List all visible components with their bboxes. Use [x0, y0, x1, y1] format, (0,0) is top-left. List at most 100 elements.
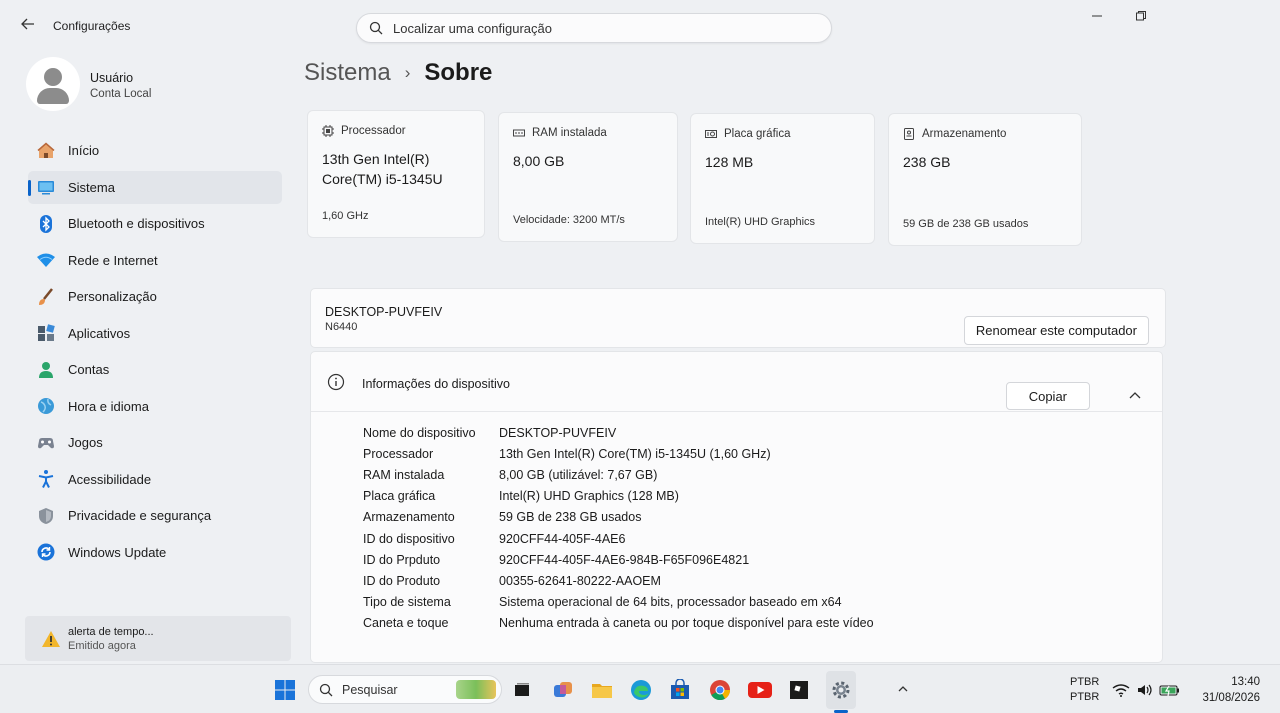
sidebar-item-inicio[interactable]: Início	[28, 134, 282, 167]
chrome-icon	[710, 680, 731, 701]
ram-label: RAM instalada	[532, 127, 607, 139]
collapse-button[interactable]	[1128, 388, 1146, 402]
app-title: Configurações	[53, 19, 131, 33]
storage-icon	[904, 128, 914, 140]
bluetooth-icon	[36, 214, 56, 234]
speaker-icon	[1138, 684, 1152, 696]
volume-status[interactable]	[1136, 682, 1154, 698]
info-value: Intel(R) UHD Graphics (128 MB)	[499, 489, 679, 504]
ram-value: 8,00 GB	[513, 153, 565, 169]
account-type: Conta Local	[90, 88, 152, 100]
info-key: Nome do dispositivo	[363, 425, 476, 440]
sidebar-item-rede[interactable]: Rede e Internet	[28, 244, 282, 277]
device-info-title: Informações do dispositivo	[362, 377, 510, 391]
wifi-status[interactable]	[1112, 682, 1130, 698]
sidebar-item-sistema[interactable]: Sistema	[28, 170, 282, 204]
update-icon	[36, 542, 56, 562]
restore-button[interactable]	[1131, 10, 1151, 26]
clock[interactable]: 13:40 31/08/2026	[1202, 674, 1260, 706]
taskbar-app-roblox[interactable]	[787, 678, 811, 702]
taskbar-app-copilot[interactable]	[551, 678, 575, 702]
breadcrumb: Sistema › Sobre	[304, 59, 492, 87]
youtube-icon	[748, 682, 772, 698]
sidebar-item-label: Início	[68, 143, 100, 158]
taskbar-app-settings[interactable]	[829, 678, 853, 702]
sidebar-item-privacidade[interactable]: Privacidade e segurança	[28, 499, 282, 532]
info-value: 00355-62641-80222-AAOEM	[499, 573, 661, 588]
search-icon	[319, 683, 333, 696]
info-row-storage: Armazenamento 59 GB de 238 GB usados	[363, 507, 874, 528]
shield-icon	[36, 506, 56, 526]
brush-icon	[36, 287, 56, 307]
storage-value: 238 GB	[903, 154, 951, 170]
taskbar-search[interactable]: Pesquisar	[308, 675, 502, 704]
user-profile[interactable]: Usuário Conta Local	[26, 57, 276, 113]
input-language-indicator[interactable]: PTBR PTBR	[1070, 675, 1099, 705]
info-value: 8,00 GB (utilizável: 7,67 GB)	[499, 467, 658, 482]
taskbar-app-youtube[interactable]	[748, 678, 772, 702]
breadcrumb-separator: ›	[404, 63, 411, 82]
info-value: DESKTOP-PUVFEIV	[499, 425, 617, 440]
clock-time: 13:40	[1231, 676, 1260, 688]
rename-computer-button[interactable]: Renomear este computador	[963, 316, 1149, 345]
storage-label: Armazenamento	[922, 128, 1007, 140]
settings-search-input[interactable]	[393, 20, 793, 36]
computer-name: DESKTOP-PUVFEIV	[325, 305, 443, 319]
battery-status[interactable]	[1159, 682, 1181, 698]
processor-icon	[322, 125, 334, 137]
info-row-processor: Processador 13th Gen Intel(R) Core(TM) i5…	[363, 443, 874, 464]
task-view-button[interactable]	[510, 678, 534, 702]
wifi-icon	[36, 250, 56, 270]
accessibility-icon	[36, 469, 56, 489]
copy-button[interactable]: Copiar	[1005, 382, 1090, 410]
task-view-icon	[515, 683, 529, 696]
sidebar-item-hora[interactable]: Hora e idioma	[28, 390, 282, 423]
sidebar-item-contas[interactable]: Contas	[28, 353, 282, 386]
search-highlight-image	[456, 680, 496, 699]
info-key: ID do Prpduto	[363, 552, 441, 567]
info-row-product-id-1: ID do Prpduto 920CFF44-405F-4AE6-984B-F65…	[363, 549, 874, 570]
sidebar-item-personalizacao[interactable]: Personalização	[28, 280, 282, 313]
settings-search[interactable]	[356, 13, 832, 43]
sidebar-item-bluetooth[interactable]: Bluetooth e dispositivos	[28, 207, 282, 240]
avatar	[26, 57, 80, 111]
sidebar-item-jogos[interactable]: Jogos	[28, 426, 282, 459]
sidebar-item-label: Aplicativos	[68, 325, 131, 341]
start-button[interactable]	[273, 678, 297, 702]
taskbar: Pesquisar PTBR PTBR 13:40 31/08/2026	[0, 664, 1280, 713]
info-key: Placa gráfica	[363, 489, 436, 504]
taskbar-app-edge[interactable]	[629, 678, 653, 702]
device-info-header[interactable]: Informações do dispositivo Copiar	[311, 352, 1162, 412]
sidebar-item-label: Sistema	[68, 179, 115, 195]
copilot-icon	[554, 682, 572, 697]
restore-icon	[1136, 11, 1146, 21]
back-arrow-icon	[21, 18, 34, 30]
taskbar-app-chrome[interactable]	[708, 678, 732, 702]
chevron-up-icon	[898, 686, 908, 692]
minimize-button[interactable]	[1087, 10, 1107, 26]
battery-charging-icon	[1159, 685, 1179, 697]
info-value: 13th Gen Intel(R) Core(TM) i5-1345U (1,6…	[499, 446, 771, 461]
taskbar-app-file-explorer[interactable]	[590, 678, 614, 702]
taskbar-app-store[interactable]	[668, 678, 692, 702]
breadcrumb-parent[interactable]: Sistema	[304, 59, 391, 87]
taskbar-search-label: Pesquisar	[342, 682, 398, 697]
info-key: ID do Produto	[363, 573, 441, 588]
sidebar-item-label: Rede e Internet	[68, 252, 158, 268]
sidebar-item-label: Acessibilidade	[68, 471, 152, 487]
sidebar-item-acessibilidade[interactable]: Acessibilidade	[28, 463, 282, 496]
weather-alert-notification[interactable]: alerta de tempo... Emitido agora	[25, 616, 291, 661]
system-icon	[36, 177, 56, 197]
notification-subtitle: Emitido agora	[68, 639, 136, 652]
show-hidden-icons-button[interactable]	[896, 682, 910, 696]
gpu-icon	[705, 130, 717, 138]
clock-date: 31/08/2026	[1202, 692, 1260, 704]
processor-speed: 1,60 GHz	[322, 210, 369, 222]
sidebar-item-aplicativos[interactable]: Aplicativos	[28, 317, 282, 350]
sidebar-item-label: Privacidade e segurança	[68, 508, 212, 523]
ram-card: RAM instalada 8,00 GB Velocidade: 3200 M…	[498, 112, 678, 242]
sidebar-item-windows-update[interactable]: Windows Update	[28, 536, 282, 569]
keyboard-layout: PTBR	[1070, 691, 1100, 703]
back-button[interactable]	[20, 16, 42, 36]
sidebar-item-label: Bluetooth e dispositivos	[68, 216, 205, 231]
